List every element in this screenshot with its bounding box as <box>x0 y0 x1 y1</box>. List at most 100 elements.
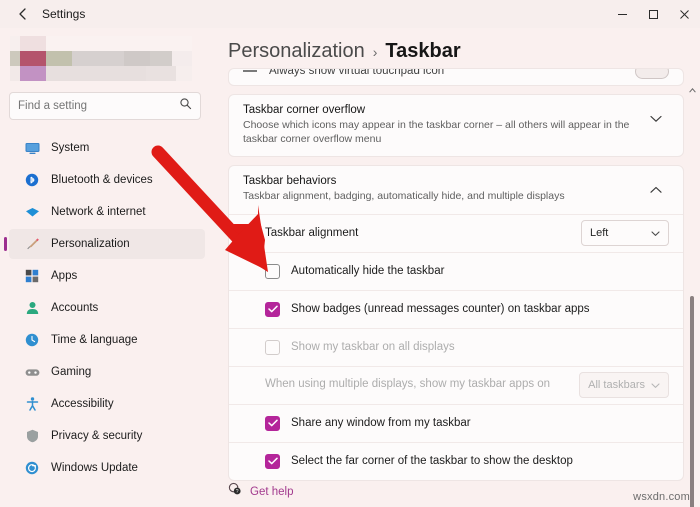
svg-text:?: ? <box>236 489 239 495</box>
scroll-up-arrow-icon[interactable] <box>689 88 696 95</box>
sidebar-item-label: System <box>51 142 90 154</box>
window-controls <box>607 0 700 28</box>
far-corner-desktop-row[interactable]: Select the far corner of the taskbar to … <box>229 441 683 480</box>
watermark: wsxdn.com <box>633 491 690 503</box>
sidebar-item-personalization[interactable]: Personalization <box>4 229 205 259</box>
breadcrumb-parent[interactable]: Personalization <box>228 40 365 63</box>
minimize-button[interactable] <box>607 0 638 28</box>
help-icon: ? <box>228 482 242 501</box>
search-icon <box>179 97 192 115</box>
sidebar-item-label: Privacy & security <box>51 430 143 442</box>
far-corner-desktop-label: Select the far corner of the taskbar to … <box>291 455 573 468</box>
sidebar-item-privacy-security[interactable]: Privacy & security <box>9 421 205 451</box>
vertical-scrollbar[interactable] <box>686 88 698 507</box>
virtual-touchpad-label: Always show virtual touchpad icon <box>269 68 445 77</box>
sidebar-item-time-language[interactable]: Time & language <box>9 325 205 355</box>
multi-display-apps-label: When using multiple displays, show my ta… <box>265 378 551 391</box>
minimize-icon <box>618 13 627 15</box>
sidebar: System Bluetooth & devices Network <box>0 28 214 507</box>
sidebar-item-bluetooth-devices[interactable]: Bluetooth & devices <box>9 165 205 195</box>
taskbar-corner-overflow-card: Taskbar corner overflow Choose which ico… <box>228 94 684 158</box>
virtual-touchpad-row-clipped[interactable]: Always show virtual touchpad icon <box>228 68 684 86</box>
dropdown-value: Left <box>590 227 609 240</box>
show-taskbar-all-displays-checkbox <box>265 339 280 355</box>
sidebar-item-windows-update[interactable]: Windows Update <box>9 453 205 483</box>
check-icon <box>267 305 278 313</box>
shield-icon <box>23 428 41 444</box>
taskbar-alignment-label: Taskbar alignment <box>265 227 359 240</box>
bluetooth-icon <box>23 172 41 188</box>
dropdown-value: All taskbars <box>588 379 645 392</box>
card-subtitle: Choose which icons may appear in the tas… <box>243 119 630 146</box>
auto-hide-taskbar-row[interactable]: Automatically hide the taskbar <box>229 251 683 290</box>
auto-hide-taskbar-checkbox[interactable] <box>265 263 280 279</box>
gamepad-icon <box>23 364 41 380</box>
sidebar-item-network-internet[interactable]: Network & internet <box>9 197 205 227</box>
taskbar-corner-overflow-header[interactable]: Taskbar corner overflow Choose which ico… <box>229 95 683 156</box>
user-profile-redacted <box>10 36 192 82</box>
sidebar-item-accessibility[interactable]: Accessibility <box>9 389 205 419</box>
chevron-down-icon <box>651 376 660 394</box>
sidebar-item-apps[interactable]: Apps <box>9 261 205 291</box>
sidebar-item-label: Accounts <box>51 302 99 314</box>
accessibility-icon <box>23 396 41 412</box>
maximize-button[interactable] <box>638 0 669 28</box>
card-subtitle: Taskbar alignment, badging, automaticall… <box>243 190 565 203</box>
back-arrow-icon <box>19 8 26 20</box>
close-button[interactable] <box>669 0 700 28</box>
sidebar-item-label: Apps <box>51 270 78 282</box>
apps-icon <box>23 268 41 284</box>
sidebar-item-accounts[interactable]: Accounts <box>9 293 205 323</box>
sidebar-item-label: Personalization <box>51 238 130 250</box>
maximize-icon <box>649 9 658 19</box>
chevron-down-icon[interactable] <box>643 108 669 130</box>
check-icon <box>267 457 278 465</box>
main-content: Personalization › Taskbar Always show vi… <box>214 28 700 507</box>
show-badges-checkbox[interactable] <box>265 301 280 317</box>
show-taskbar-all-displays-label: Show my taskbar on all displays <box>291 341 455 354</box>
person-icon <box>23 300 41 316</box>
monitor-icon <box>23 140 41 156</box>
sidebar-item-gaming[interactable]: Gaming <box>9 357 205 387</box>
virtual-touchpad-toggle[interactable] <box>635 69 669 79</box>
update-icon <box>23 460 41 476</box>
title-bar: Settings <box>0 0 700 28</box>
get-help-label: Get help <box>250 485 294 498</box>
settings-scroll-area: Always show virtual touchpad icon Taskba… <box>214 68 700 507</box>
back-button[interactable] <box>8 3 38 25</box>
share-window-row[interactable]: Share any window from my taskbar <box>229 403 683 442</box>
clock-icon <box>23 332 41 348</box>
sidebar-item-label: Windows Update <box>51 462 138 474</box>
paintbrush-icon <box>23 236 41 252</box>
far-corner-desktop-checkbox[interactable] <box>265 453 280 469</box>
wifi-icon <box>23 204 41 220</box>
share-window-label: Share any window from my taskbar <box>291 417 471 430</box>
get-help-link[interactable]: ? Get help <box>228 482 293 501</box>
taskbar-behaviors-header[interactable]: Taskbar behaviors Taskbar alignment, bad… <box>229 166 683 213</box>
share-window-checkbox[interactable] <box>265 415 280 431</box>
auto-hide-taskbar-label: Automatically hide the taskbar <box>291 265 445 278</box>
sidebar-item-system[interactable]: System <box>9 133 205 163</box>
search-input[interactable] <box>18 100 173 112</box>
check-icon <box>267 419 278 427</box>
sidebar-item-label: Network & internet <box>51 206 146 218</box>
toggle-dash-icon <box>243 70 257 72</box>
breadcrumb-separator-icon: › <box>372 44 378 60</box>
sidebar-nav: System Bluetooth & devices Network & int… <box>0 133 214 485</box>
sidebar-item-label: Time & language <box>51 334 138 346</box>
close-icon <box>680 9 689 19</box>
page-title: Taskbar <box>385 40 461 62</box>
scrollbar-thumb[interactable] <box>690 296 694 507</box>
show-badges-label: Show badges (unread messages counter) on… <box>291 303 590 316</box>
multi-display-apps-dropdown: All taskbars <box>579 372 669 399</box>
chevron-down-icon <box>651 224 660 242</box>
taskbar-behaviors-card: Taskbar behaviors Taskbar alignment, bad… <box>228 165 684 481</box>
search-box[interactable] <box>9 92 201 120</box>
chevron-up-icon[interactable] <box>643 179 669 201</box>
show-taskbar-all-displays-row: Show my taskbar on all displays <box>229 327 683 366</box>
sidebar-item-label: Gaming <box>51 366 92 378</box>
taskbar-alignment-dropdown[interactable]: Left <box>581 220 669 247</box>
show-badges-row[interactable]: Show badges (unread messages counter) on… <box>229 289 683 328</box>
settings-window: Settings Find a setting System Bluetooth… <box>0 0 700 507</box>
sidebar-item-label: Accessibility <box>51 398 114 410</box>
